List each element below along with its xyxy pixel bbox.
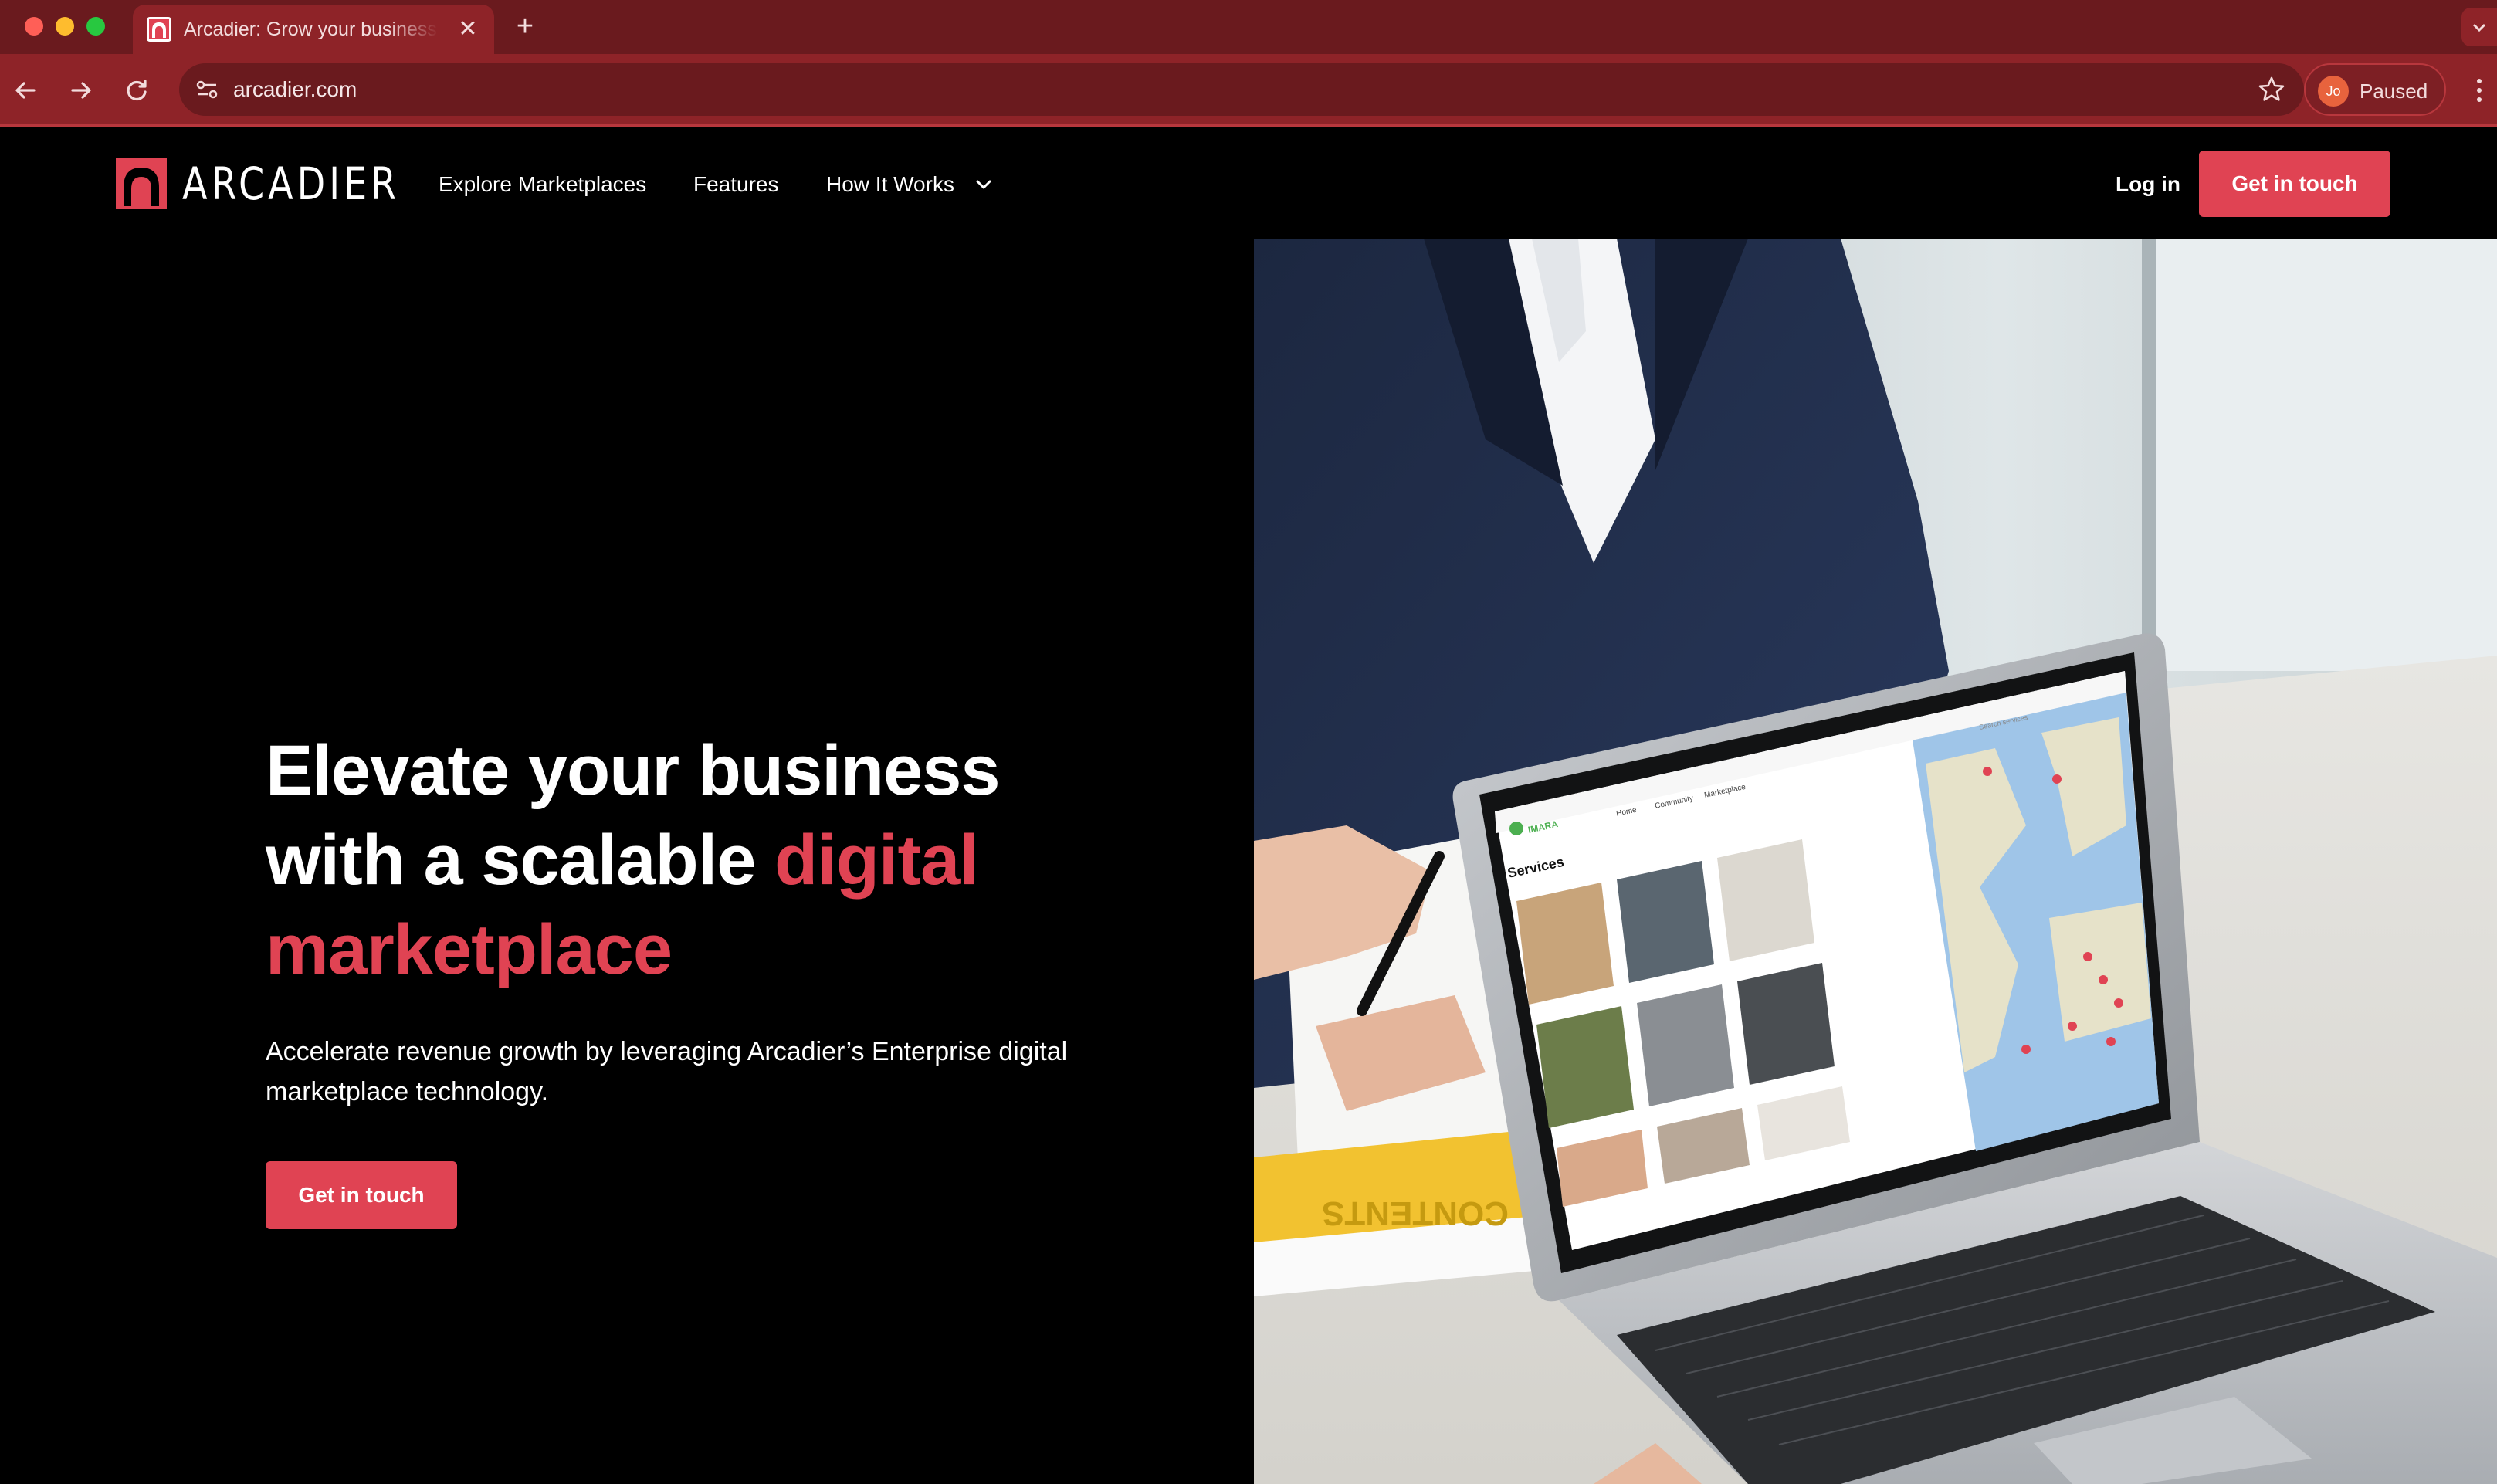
hero-photo-illustration: CONTENTS IMARA Home Community Marketplac… bbox=[1254, 239, 2497, 1484]
browser-tab-active[interactable]: Arcadier: Grow your business ✕ bbox=[133, 5, 494, 54]
brand-logo[interactable]: ARCADIER bbox=[116, 158, 448, 210]
tab-title: Arcadier: Grow your business bbox=[184, 19, 437, 40]
url-text[interactable]: arcadier.com bbox=[233, 74, 357, 105]
header-get-in-touch-button[interactable]: Get in touch bbox=[2199, 151, 2390, 217]
profile-status: Paused bbox=[2360, 80, 2428, 103]
nav-how-it-works[interactable]: How It Works bbox=[826, 171, 954, 198]
chevron-down-icon[interactable] bbox=[973, 174, 994, 195]
hero-photo: CONTENTS IMARA Home Community Marketplac… bbox=[1254, 239, 2497, 1484]
hero-title-line-2: with a scalable bbox=[266, 821, 774, 900]
site-settings-icon[interactable] bbox=[193, 76, 221, 103]
nav-explore-marketplaces[interactable]: Explore Marketplaces bbox=[439, 171, 646, 198]
arcadier-favicon bbox=[147, 17, 171, 42]
reload-icon[interactable] bbox=[117, 71, 156, 110]
browser-tab-bar: Arcadier: Grow your business ✕ + bbox=[0, 0, 2497, 54]
document-label: CONTENTS bbox=[1322, 1194, 1509, 1232]
profile-button[interactable]: Jo Paused bbox=[2304, 63, 2446, 116]
hero-title-accent-2: marketplace bbox=[266, 910, 673, 989]
browser-toolbar: arcadier.com Jo Paused bbox=[0, 54, 2497, 127]
star-icon[interactable] bbox=[2256, 74, 2287, 105]
hero-subtitle: Accelerate revenue growth by leveraging … bbox=[266, 1037, 1068, 1106]
hero-get-in-touch-button[interactable]: Get in touch bbox=[266, 1161, 457, 1229]
hero-title-accent-1: digital bbox=[774, 821, 979, 900]
address-bar[interactable]: arcadier.com bbox=[179, 63, 2304, 116]
window-minimize-button[interactable] bbox=[56, 17, 74, 36]
avatar: Jo bbox=[2318, 76, 2349, 107]
plus-icon[interactable]: + bbox=[510, 11, 540, 42]
hero-title: Elevate your business with a scalable di… bbox=[266, 726, 1115, 994]
kebab-menu-icon[interactable] bbox=[2468, 71, 2491, 110]
nav-features[interactable]: Features bbox=[693, 171, 779, 198]
window-zoom-button[interactable] bbox=[86, 17, 105, 36]
hero-title-line-1: Elevate your business bbox=[266, 731, 1001, 810]
arcadier-logo-icon bbox=[116, 158, 167, 209]
forward-arrow-icon[interactable] bbox=[62, 71, 100, 110]
screen-service-cards bbox=[1516, 839, 1850, 1207]
close-icon[interactable]: ✕ bbox=[454, 15, 482, 43]
window-close-button[interactable] bbox=[25, 17, 43, 36]
login-link[interactable]: Log in bbox=[2116, 171, 2180, 198]
brand-wordmark: ARCADIER bbox=[182, 158, 401, 210]
site-header: ARCADIER Explore Marketplaces Features H… bbox=[0, 129, 2497, 239]
tab-search-button[interactable] bbox=[2461, 8, 2497, 46]
back-arrow-icon[interactable] bbox=[6, 71, 45, 110]
